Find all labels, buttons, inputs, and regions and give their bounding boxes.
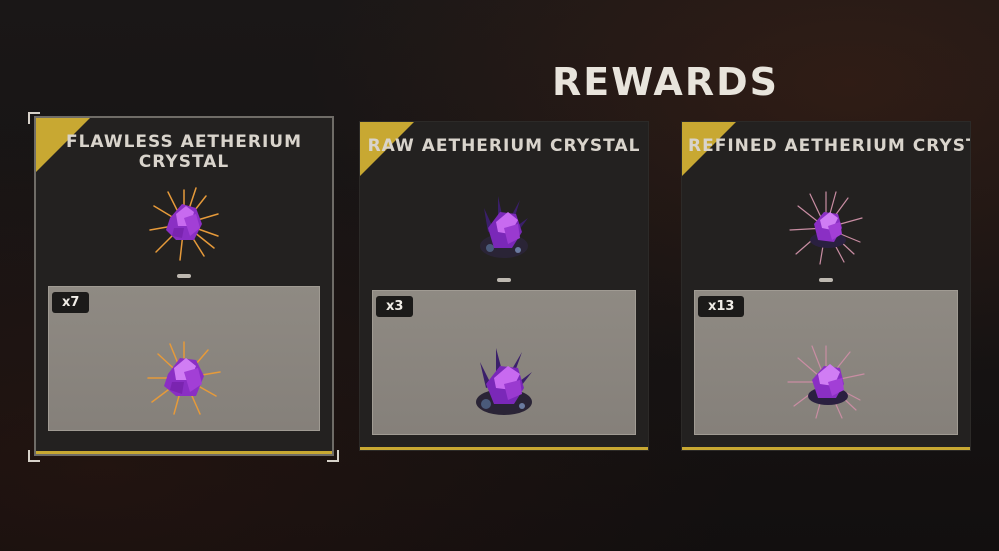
reward-preview-panel: x13 [694, 290, 958, 435]
card-bottom-accent [682, 447, 970, 450]
reward-card-flawless[interactable]: FLAWLESS AETHERIUM CRYSTAL x7 [36, 118, 332, 454]
scroll-indicator [497, 278, 511, 282]
selection-bracket [28, 112, 40, 124]
quantity-badge: x3 [376, 296, 414, 317]
flawless-aetherium-crystal-icon [147, 341, 221, 415]
scroll-indicator [819, 278, 833, 282]
quantity-badge: x13 [698, 296, 745, 317]
reward-card-name: REFINED AETHERIUM CRYSTAL [688, 136, 970, 156]
reward-card-raw[interactable]: RAW AETHERIUM CRYSTAL x3 [360, 122, 648, 450]
card-bottom-accent [360, 447, 648, 450]
raw-aetherium-crystal-icon [480, 196, 528, 258]
selection-bracket [327, 450, 339, 462]
reward-card-name: FLAWLESS AETHERIUM CRYSTAL [65, 132, 303, 172]
rewards-screen: REWARDS FLAWLESS AETHERIUM CRYSTAL x7 RA… [0, 0, 999, 551]
rewards-title: REWARDS [551, 60, 779, 104]
reward-preview-panel: x7 [48, 286, 320, 431]
selection-bracket [28, 450, 40, 462]
refined-aetherium-crystal-icon [787, 345, 865, 419]
reward-card-name: RAW AETHERIUM CRYSTAL [367, 136, 641, 156]
scroll-indicator [177, 274, 191, 278]
reward-preview-panel: x3 [372, 290, 636, 435]
refined-aetherium-crystal-icon [789, 191, 863, 265]
quantity-badge: x7 [52, 292, 90, 313]
flawless-aetherium-crystal-icon [149, 187, 219, 261]
raw-aetherium-crystal-icon [476, 348, 532, 415]
reward-card-refined[interactable]: REFINED AETHERIUM CRYSTAL x13 [682, 122, 970, 450]
card-bottom-accent [36, 451, 332, 454]
